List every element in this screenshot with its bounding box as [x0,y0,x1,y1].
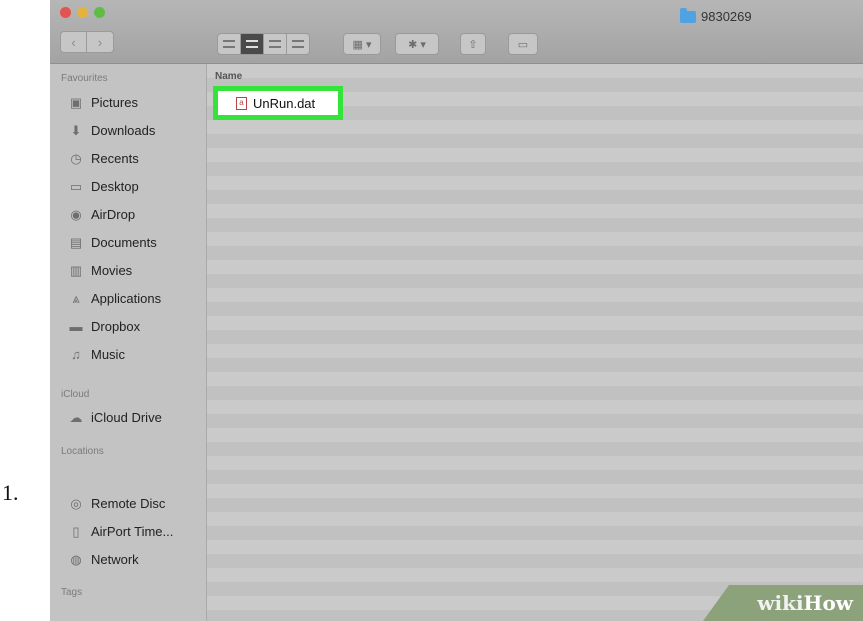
wikihow-watermark: wikiHow [703,585,863,621]
applications-icon: ⩓ [72,290,80,306]
sidebar-heading-icloud: iCloud [61,389,90,400]
navigation-buttons: ‹ › [60,31,116,53]
sidebar-item-label: Downloads [91,122,156,138]
sidebar: Favourites ▣ Pictures ⬇ Downloads ◷ Rece… [50,64,207,621]
forward-button[interactable]: › [87,31,114,53]
sidebar-item-pictures[interactable]: ▣ Pictures [68,91,138,113]
grid-view-icon [223,40,235,48]
folder-icon [680,7,696,23]
sidebar-item-label: AirDrop [91,206,136,222]
toolbar: ‹ › ▦ ▾ ✱ ▾ ⇧ ▭ 9830269 [50,0,863,64]
group-by-button[interactable]: ▦ ▾ [343,33,381,55]
sidebar-item-label: Remote Disc [91,495,166,511]
download-icon: ⬇ [70,122,82,138]
sidebar-item-dropbox[interactable]: ▬ Dropbox [68,315,141,337]
folder-icon: ▬ [69,318,83,334]
share-button[interactable]: ⇧ [460,33,486,55]
file-row[interactable]: a UnRun.dat [213,86,343,120]
tag-icon: ▭ [517,38,529,51]
sidebar-item-label: Network [91,551,139,567]
chevron-right-icon: › [97,34,103,50]
gallery-view-icon [292,40,304,48]
sidebar-item-applications[interactable]: ⩓ Applications [68,287,161,309]
file-icon: a [236,96,247,110]
grid-icon: ▦ ▾ [352,38,372,51]
sidebar-item-movies[interactable]: ▥ Movies [68,259,132,281]
music-icon: ♫ [71,346,81,362]
airdrop-icon: ◉ [70,206,82,222]
gear-icon: ✱ ▾ [408,38,426,51]
desktop-icon: ▭ [69,178,83,194]
sidebar-heading-locations: Locations [61,446,104,457]
chevron-left-icon: ‹ [71,34,76,50]
tags-button[interactable]: ▭ [508,33,538,55]
sidebar-item-recents[interactable]: ◷ Recents [68,147,139,169]
gallery-view-button[interactable] [286,33,310,55]
window-title: 9830269 [680,7,752,24]
sidebar-item-music[interactable]: ♫ Music [68,343,125,365]
sidebar-item-label: iCloud Drive [91,409,162,425]
sidebar-heading-favourites: Favourites [61,73,108,84]
step-number: 1. [2,480,19,505]
disc-icon: ◎ [70,495,82,511]
file-list: Name a UnRun.dat wikiHow [207,64,863,621]
zoom-button[interactable] [94,7,105,18]
sidebar-item-airdrop[interactable]: ◉ AirDrop [68,203,135,225]
back-button[interactable]: ‹ [60,31,87,53]
sidebar-item-airport-time[interactable]: ▯ AirPort Time... [68,520,173,542]
column-header-name[interactable]: Name [215,71,242,82]
sidebar-item-downloads[interactable]: ⬇ Downloads [68,119,156,141]
minimize-button[interactable] [77,7,88,18]
cloud-icon: ☁ [69,409,83,425]
sidebar-item-icloud-drive[interactable]: ☁ iCloud Drive [68,406,162,428]
share-icon: ⇧ [468,38,478,51]
clock-icon: ◷ [70,150,82,166]
view-mode-control [217,33,310,55]
document-icon: ▤ [69,234,83,250]
sidebar-item-label: Dropbox [91,318,141,334]
sidebar-item-label: Applications [91,290,162,306]
sidebar-item-label: Music [91,346,125,362]
sidebar-item-label: Documents [91,234,157,250]
sidebar-item-documents[interactable]: ▤ Documents [68,231,157,253]
icon-view-button[interactable] [217,33,241,55]
close-button[interactable] [60,7,71,18]
action-button[interactable]: ✱ ▾ [395,33,439,55]
list-view-icon [246,40,258,48]
watermark-text: wikiHow [757,591,853,615]
sidebar-item-label: Desktop [91,178,139,194]
folder-name: 9830269 [701,9,752,24]
film-icon: ▥ [69,262,83,278]
drive-icon: ▯ [72,523,80,539]
sidebar-item-label: Pictures [91,94,138,110]
finder-window: ‹ › ▦ ▾ ✱ ▾ ⇧ ▭ 9830269 Favourites ▣ Pic… [50,0,863,621]
sidebar-item-label: Movies [91,262,133,278]
globe-icon: ◍ [70,551,82,567]
sidebar-item-network[interactable]: ◍ Network [68,548,139,570]
sidebar-item-label: Recents [91,150,139,166]
sidebar-item-remote-disc[interactable]: ◎ Remote Disc [68,492,165,514]
column-view-button[interactable] [263,33,287,55]
sidebar-item-desktop[interactable]: ▭ Desktop [68,175,139,197]
list-view-button[interactable] [240,33,264,55]
sidebar-heading-tags: Tags [61,587,83,598]
sidebar-item-label: AirPort Time... [91,523,174,539]
file-name: UnRun.dat [253,95,316,111]
camera-icon: ▣ [69,94,83,110]
columns-view-icon [269,40,281,48]
